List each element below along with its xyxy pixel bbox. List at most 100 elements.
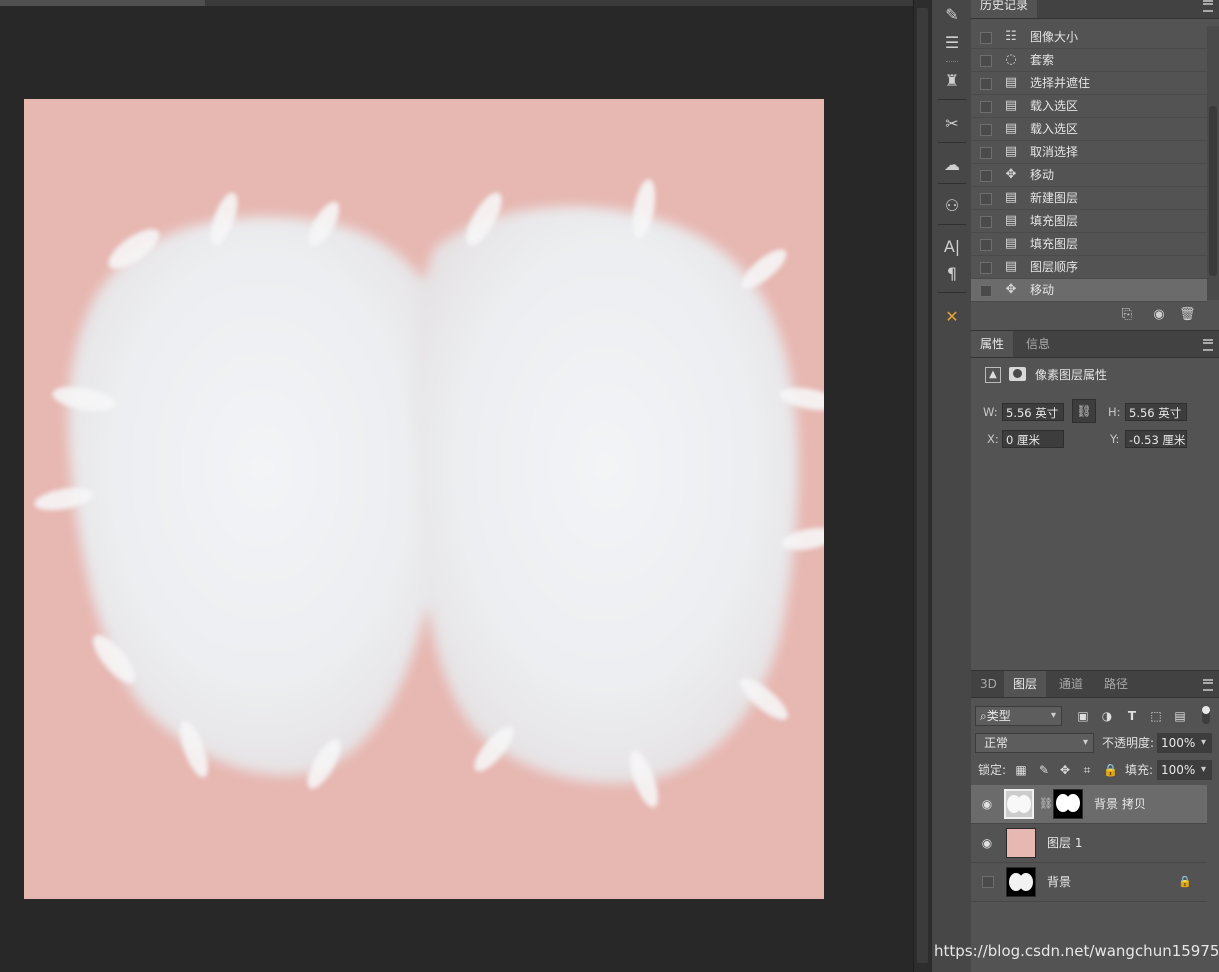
history-item[interactable]: ▤ 填充图层 — [971, 210, 1207, 233]
history-tabbar: 历史记录 — [971, 0, 1219, 19]
lock-position-move-icon[interactable]: ✥ — [1058, 763, 1072, 777]
tab-layers[interactable]: 图层 — [1004, 671, 1047, 697]
history-item-label: 图层顺序 — [1030, 260, 1079, 274]
history-source-checkbox[interactable] — [980, 124, 992, 136]
layer-filter-dropdown[interactable]: ⌕类型 ▾ — [975, 706, 1062, 726]
filter-pixel-icon[interactable]: ▣ — [1076, 709, 1090, 723]
history-item-label: 选择并遮住 — [1030, 76, 1091, 90]
eye-icon[interactable]: ◉ — [979, 835, 995, 851]
document-canvas[interactable] — [24, 99, 824, 899]
layer-name[interactable]: 背景 — [1047, 863, 1071, 901]
history-scrollbar[interactable] — [1207, 26, 1219, 300]
lock-icon: 🔒 — [1178, 875, 1192, 888]
clone-stamp-source-icon[interactable]: ♜ — [936, 66, 968, 94]
layer-thumbnail[interactable] — [1006, 828, 1036, 858]
eye-icon[interactable]: ◉ — [979, 796, 995, 812]
tab-properties[interactable]: 属性 — [971, 331, 1014, 357]
panel-menu-icon[interactable] — [1203, 0, 1213, 12]
layer-row[interactable]: ◉ ⛓ 背景 拷贝 — [971, 785, 1207, 824]
history-item[interactable]: ☷ 图像大小 — [971, 26, 1207, 49]
tools-crossed-icon[interactable]: ✕ — [936, 302, 968, 330]
history-source-checkbox[interactable] — [980, 193, 992, 205]
tab-3d[interactable]: 3D — [971, 671, 1006, 697]
document-icon: ▤ — [1004, 75, 1018, 90]
lock-image-pixels-brush-icon[interactable]: ✎ — [1037, 763, 1051, 777]
filter-type-icon[interactable]: T — [1125, 709, 1139, 723]
visibility-toggle-off[interactable] — [982, 876, 994, 888]
history-item[interactable]: ▤ 填充图层 — [971, 233, 1207, 256]
history-item[interactable]: ▤ 图层顺序 — [971, 256, 1207, 279]
document-icon: ▤ — [1004, 121, 1018, 136]
snapshot-camera-icon[interactable]: ◉ — [1151, 307, 1167, 323]
history-item-label: 新建图层 — [1030, 191, 1079, 205]
filter-toggle[interactable] — [1202, 706, 1210, 724]
tab-info[interactable]: 信息 — [1017, 331, 1059, 357]
x-field[interactable]: 0 厘米 — [1002, 430, 1064, 448]
scrollbar-thumb[interactable] — [917, 8, 928, 963]
width-field[interactable]: 5.56 英寸 — [1002, 403, 1064, 421]
tab-channels[interactable]: 通道 — [1050, 671, 1092, 697]
filter-adjustment-icon[interactable]: ◑ — [1100, 709, 1114, 723]
history-source-checkbox[interactable] — [980, 216, 992, 228]
lock-artboard-icon[interactable]: ⌗ — [1080, 763, 1094, 777]
layer-mask-thumbnail[interactable] — [1053, 789, 1083, 819]
panel-menu-icon[interactable] — [1203, 339, 1213, 351]
creative-cloud-libraries-icon[interactable]: ☁ — [936, 150, 968, 178]
history-source-checkbox[interactable] — [980, 78, 992, 90]
paragraph-icon[interactable]: ¶ — [936, 259, 968, 287]
delete-trash-icon[interactable]: 🗑 — [1179, 307, 1196, 323]
new-document-from-state-icon[interactable]: ⎘ — [1119, 307, 1135, 323]
panel-menu-icon[interactable] — [1203, 679, 1213, 691]
tab-history[interactable]: 历史记录 — [971, 0, 1038, 18]
lock-all-icon[interactable]: 🔒 — [1103, 763, 1118, 777]
layer-name[interactable]: 背景 拷贝 — [1094, 785, 1146, 823]
history-source-checkbox[interactable] — [980, 32, 992, 44]
document-icon: ▤ — [1004, 213, 1018, 228]
layer-thumbnail[interactable] — [1004, 789, 1034, 819]
history-item[interactable]: ▤ 载入选区 — [971, 95, 1207, 118]
history-item[interactable]: ▤ 取消选择 — [971, 141, 1207, 164]
history-source-checkbox[interactable] — [980, 239, 992, 251]
blend-mode-dropdown[interactable]: 正常 ▾ — [975, 733, 1094, 753]
tab-paths[interactable]: 路径 — [1095, 671, 1137, 697]
filter-shape-icon[interactable]: ⬚ — [1149, 709, 1163, 723]
layer-row[interactable]: ◉ 图层 1 — [971, 824, 1207, 863]
history-item[interactable]: ✥ 移动 — [971, 164, 1207, 187]
mask-link-icon[interactable]: ⛓ — [1039, 797, 1053, 810]
layer-mask-icon[interactable] — [1009, 367, 1026, 381]
history-source-checkbox[interactable] — [980, 101, 992, 113]
panel-grip[interactable] — [946, 61, 958, 64]
history-item[interactable]: ▤ 新建图层 — [971, 187, 1207, 210]
history-source-checkbox[interactable] — [980, 262, 992, 274]
divider — [938, 99, 966, 100]
tool-presets-icon[interactable]: ✂ — [936, 109, 968, 137]
height-field[interactable]: 5.56 英寸 — [1125, 403, 1187, 421]
history-item[interactable]: ◌ 套索 — [971, 49, 1207, 72]
document-tab[interactable] — [0, 0, 205, 6]
fill-field[interactable]: 100% ▾ — [1157, 760, 1212, 780]
move-icon: ✥ — [1005, 167, 1017, 182]
brush-settings-icon[interactable]: ✎ — [936, 0, 968, 28]
character-icon[interactable]: A| — [936, 232, 968, 260]
history-source-checkbox[interactable] — [980, 285, 992, 297]
history-source-checkbox[interactable] — [980, 147, 992, 159]
link-dimensions-icon[interactable]: ⛓ — [1072, 399, 1096, 423]
y-field[interactable]: -0.53 厘米 — [1125, 430, 1187, 448]
move-icon: ✥ — [1005, 282, 1017, 297]
history-item-label: 图像大小 — [1030, 30, 1079, 44]
scrollbar-thumb[interactable] — [1209, 106, 1217, 276]
layer-name[interactable]: 图层 1 — [1047, 824, 1082, 862]
history-item[interactable]: ▤ 选择并遮住 — [971, 72, 1207, 95]
history-source-checkbox[interactable] — [980, 170, 992, 182]
history-item[interactable]: ✥ 移动 — [971, 279, 1207, 302]
filter-smart-object-icon[interactable]: ▤ — [1173, 709, 1187, 723]
layer-row[interactable]: 背景 🔒 — [971, 863, 1207, 902]
3d-icon[interactable]: ⚇ — [936, 191, 968, 219]
canvas-vertical-scrollbar[interactable] — [913, 0, 932, 972]
history-item[interactable]: ▤ 载入选区 — [971, 118, 1207, 141]
lock-transparent-pixels-icon[interactable]: ▦ — [1014, 763, 1028, 777]
layer-thumbnail[interactable] — [1006, 867, 1036, 897]
opacity-field[interactable]: 100% ▾ — [1157, 733, 1212, 753]
adjustment-sliders-icon[interactable]: ☰ — [936, 28, 968, 56]
history-source-checkbox[interactable] — [980, 55, 992, 67]
